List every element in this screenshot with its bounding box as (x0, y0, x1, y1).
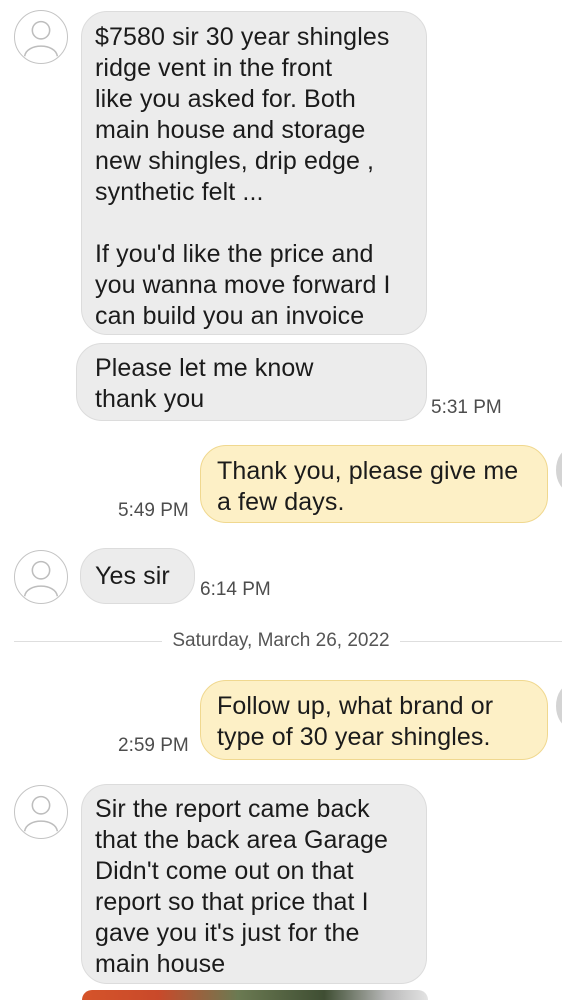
message-bubble-incoming[interactable]: Yes sir (80, 548, 195, 604)
own-avatar-icon (556, 684, 562, 728)
own-avatar-icon (556, 448, 562, 492)
contact-avatar-icon[interactable] (14, 550, 68, 604)
message-timestamp: 5:31 PM (431, 397, 502, 418)
message-bubble-outgoing[interactable]: Follow up, what brand or type of 30 year… (200, 680, 548, 760)
contact-avatar-icon[interactable] (14, 10, 68, 64)
message-timestamp: 2:59 PM (118, 735, 189, 756)
message-bubble-incoming[interactable]: Sir the report came back that the back a… (81, 784, 427, 984)
message-bubble-outgoing[interactable]: Thank you, please give me a few days. (200, 445, 548, 523)
message-bubble-incoming[interactable]: $7580 sir 30 year shingles ridge vent in… (81, 11, 427, 335)
contact-avatar-icon[interactable] (14, 785, 68, 839)
date-separator: Saturday, March 26, 2022 (0, 630, 562, 652)
message-bubble-incoming[interactable]: Please let me know thank you (76, 343, 427, 421)
message-timestamp: 5:49 PM (118, 500, 189, 521)
date-separator-text: Saturday, March 26, 2022 (162, 630, 400, 651)
image-attachment-thumbnail[interactable] (82, 990, 428, 1000)
message-timestamp: 6:14 PM (200, 579, 271, 600)
